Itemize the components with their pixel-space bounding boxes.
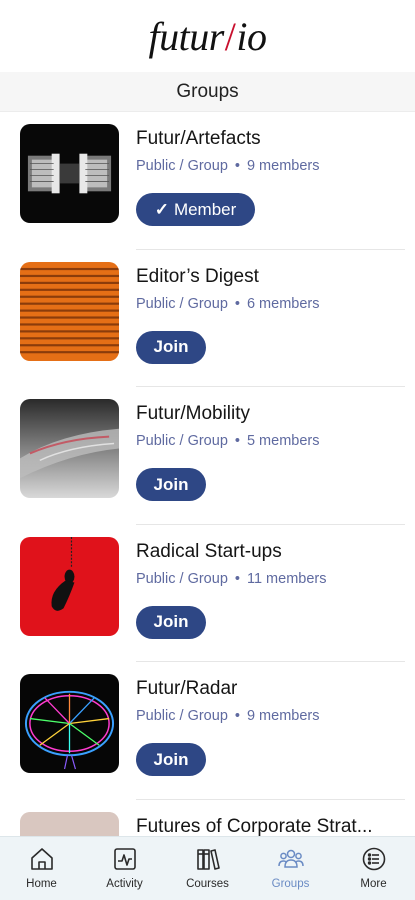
meta-separator: • [234,570,240,587]
group-meta: Public / Group • 9 members [136,158,320,174]
join-button[interactable]: Join [136,330,206,364]
group-name[interactable]: Radical Start-ups [136,541,401,563]
meta-separator: • [234,295,240,312]
group-member-count: 6 members [246,295,320,312]
join-button[interactable]: Join [136,468,206,501]
groups-icon [277,849,304,868]
more-icon [362,847,385,871]
tab-label: Activity [106,878,143,890]
group-member-count: 11 members [246,570,327,587]
group-visibility: Public / Group [136,295,228,312]
join-button[interactable]: Join [136,605,206,639]
tab-label: Courses [186,878,229,890]
group-member-count: 9 members [246,158,320,174]
group-name[interactable]: Futur/Mobility [136,403,401,425]
tab-label: More [360,878,387,890]
bottom-tab-bar: Home Activity Courses Groups More [0,836,415,900]
meta-separator: • [234,158,240,174]
group-name[interactable]: Editor’s Digest [136,266,401,288]
group-thumbnail[interactable] [20,674,119,773]
home-icon [30,848,53,870]
group-name[interactable]: Futur/Artefacts [136,128,401,150]
app-header: futur/io [0,0,415,72]
group-thumbnail[interactable] [20,536,119,636]
tab-label: Home [26,878,57,890]
tab-groups[interactable]: Groups [249,837,332,900]
group-member-count: 9 members [246,708,320,724]
group-member-count: 5 members [246,433,320,449]
group-item[interactable]: Radical Start-ups Public / Group • 11 memb… [0,525,415,663]
group-name[interactable]: Futur/Radar [136,678,401,700]
tab-activity[interactable]: Activity [83,837,166,900]
group-meta: Public / Group • 9 members [136,708,320,724]
activity-icon [113,848,136,870]
group-item[interactable]: Futur/Mobility Public / Group • 5 members … [0,387,415,525]
page-title: Groups [176,80,239,102]
group-visibility: Public / Group [136,570,228,587]
courses-icon [196,849,220,870]
tab-courses[interactable]: Courses [166,837,249,900]
group-meta: Public / Group • 6 members [136,296,320,312]
tab-label: Groups [271,878,310,890]
group-thumbnail[interactable] [20,261,119,361]
join-button[interactable]: Join [136,743,206,776]
group-name[interactable]: Futures of Corporate Strat... [136,816,401,837]
group-visibility: Public / Group [136,433,228,449]
group-thumbnail[interactable] [20,399,119,498]
member-button[interactable]: ✓ Member [136,193,255,226]
group-item[interactable]: Editor’s Digest Public / Group • 6 members… [0,250,415,388]
member-label: Member [173,199,237,219]
tab-home[interactable]: Home [0,837,83,900]
meta-separator: • [234,708,240,724]
meta-separator: • [234,433,240,449]
group-meta: Public / Group • 11 members [136,571,326,587]
futurio-logo: futur/io [148,13,267,59]
page-title-bar: Groups [0,72,415,112]
group-meta: Public / Group • 5 members [136,433,320,449]
group-visibility: Public / Group [136,158,228,174]
group-thumbnail[interactable] [20,124,119,223]
group-item[interactable]: Futures of Corporate Strat... [0,800,415,837]
checkmark-icon: ✓ [154,199,169,219]
group-visibility: Public / Group [136,708,228,724]
group-item[interactable]: Futur/Radar Public / Group • 9 members Joi… [0,662,415,800]
group-item[interactable]: Futur/Artefacts Public / Group • 9 members… [0,112,415,250]
groups-list[interactable]: Futur/Artefacts Public / Group • 9 members… [0,112,415,836]
tab-more[interactable]: More [332,837,415,900]
group-thumbnail[interactable] [20,811,119,836]
